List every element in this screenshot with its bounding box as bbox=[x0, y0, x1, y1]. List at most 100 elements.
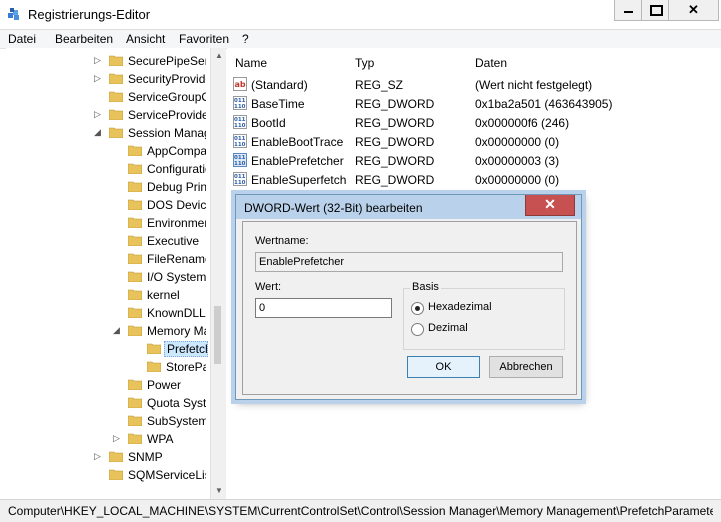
cancel-button[interactable]: Abbrechen bbox=[489, 356, 563, 378]
pane-splitter[interactable] bbox=[221, 48, 226, 499]
value-data-input[interactable]: 0 bbox=[255, 298, 392, 318]
tree-item-label: DOS Devices bbox=[147, 198, 206, 212]
tree-item-debug-print-filter[interactable]: Debug Print Filter bbox=[6, 178, 206, 196]
binary-value-icon: 011110 bbox=[233, 172, 247, 186]
string-value-icon: ab bbox=[233, 77, 247, 91]
radio-hexadecimal-label[interactable]: Hexadezimal bbox=[428, 301, 492, 313]
maximize-button[interactable] bbox=[641, 0, 670, 21]
tree-item-label: SecurePipeServers bbox=[128, 54, 206, 68]
menu-view[interactable]: Ansicht bbox=[126, 32, 165, 46]
tree-item-environment[interactable]: Environment bbox=[6, 214, 206, 232]
tree-item-label: kernel bbox=[147, 288, 180, 302]
folder-icon bbox=[109, 91, 123, 102]
tree-item-securepipeservers[interactable]: ▷ SecurePipeServers bbox=[6, 52, 206, 70]
folder-icon bbox=[128, 163, 142, 174]
folder-icon bbox=[128, 289, 142, 300]
tree-item-io-system[interactable]: I/O System bbox=[6, 268, 206, 286]
svg-text:110: 110 bbox=[234, 180, 246, 186]
folder-open-icon bbox=[128, 325, 142, 336]
minimize-button[interactable] bbox=[614, 0, 643, 21]
expand-arrow-icon[interactable]: ▷ bbox=[94, 55, 101, 66]
tree-item-knowndlls[interactable]: KnownDLLs bbox=[6, 304, 206, 322]
svg-text:110: 110 bbox=[234, 123, 246, 129]
registry-tree[interactable]: ▷ SecurePipeServers ▷ SecurityProviders … bbox=[6, 48, 222, 499]
folder-icon bbox=[147, 361, 161, 372]
tree-item-label: KnownDLLs bbox=[147, 306, 206, 320]
tree-item-label: SNMP bbox=[128, 450, 163, 464]
tree-item-appcompatcache[interactable]: AppCompatCache bbox=[6, 142, 206, 160]
tree-item-snmp[interactable]: ▷ SNMP bbox=[6, 448, 206, 466]
folder-icon bbox=[128, 235, 142, 246]
tree-item-label: Executive bbox=[147, 234, 200, 248]
menu-file[interactable]: Datei bbox=[8, 32, 36, 46]
dialog-titlebar[interactable]: DWORD-Wert (32-Bit) bearbeiten ✕ bbox=[236, 195, 581, 219]
tree-item-executive[interactable]: Executive bbox=[6, 232, 206, 250]
value-name: EnableBootTrace bbox=[251, 135, 344, 149]
tree-item-filerenameoperations[interactable]: FileRenameOperations bbox=[6, 250, 206, 268]
tree-item-prefetchparameters[interactable]: PrefetchParameters bbox=[6, 340, 208, 358]
tree-item-sqmservicelist[interactable]: SQMServiceList bbox=[6, 466, 206, 484]
tree-item-power[interactable]: Power bbox=[6, 376, 206, 394]
value-row-standard[interactable]: ab (Standard) REG_SZ (Wert nicht festgel… bbox=[227, 75, 721, 94]
tree-item-storeparameters[interactable]: StoreParameters bbox=[6, 358, 206, 376]
menu-edit[interactable]: Bearbeiten bbox=[55, 32, 113, 46]
menu-favorites[interactable]: Favoriten bbox=[179, 32, 229, 46]
expand-arrow-icon[interactable]: ▷ bbox=[94, 73, 101, 84]
close-icon: ✕ bbox=[544, 196, 556, 212]
registry-editor-icon bbox=[8, 8, 19, 20]
radio-hexadecimal[interactable] bbox=[411, 302, 424, 315]
column-header-name[interactable]: Name bbox=[235, 56, 267, 70]
value-row-basetime[interactable]: 011 110 BaseTime REG_DWORD 0x1ba2a501 (46… bbox=[227, 94, 721, 113]
folder-icon bbox=[128, 271, 142, 282]
close-button[interactable]: ✕ bbox=[668, 0, 719, 21]
menu-bar: Datei Bearbeiten Ansicht Favoriten ? bbox=[0, 30, 721, 49]
value-name-text: EnablePrefetcher bbox=[259, 256, 344, 268]
column-header-data[interactable]: Daten bbox=[475, 56, 507, 70]
menu-help[interactable]: ? bbox=[242, 32, 249, 46]
tree-item-configuration-manager[interactable]: Configuration Manager bbox=[6, 160, 206, 178]
expand-arrow-icon[interactable]: ▷ bbox=[94, 109, 101, 120]
column-header-type[interactable]: Typ bbox=[355, 56, 374, 70]
value-row-enablesuperfetch[interactable]: 011 110 EnableSuperfetch REG_DWORD 0x0000… bbox=[227, 170, 721, 189]
value-row-enableprefetcher[interactable]: 011 110 EnablePrefetcher REG_DWORD 0x0000… bbox=[227, 151, 721, 170]
tree-item-wpa[interactable]: ▷ WPA bbox=[6, 430, 206, 448]
tree-item-label: SecurityProviders bbox=[128, 72, 206, 86]
tree-item-label: PrefetchParameters bbox=[164, 341, 208, 357]
value-data: 0x00000003 (3) bbox=[475, 154, 560, 168]
edit-dword-dialog: DWORD-Wert (32-Bit) bearbeiten ✕ Wertnam… bbox=[235, 194, 582, 400]
tree-item-label: ServiceGroupOrder bbox=[128, 90, 206, 104]
value-type: REG_DWORD bbox=[355, 116, 435, 130]
ok-button[interactable]: OK bbox=[407, 356, 480, 378]
folder-icon bbox=[128, 307, 142, 318]
tree-item-session-manager[interactable]: ◢ Session Manager bbox=[6, 124, 206, 142]
value-data: 0x000000f6 (246) bbox=[475, 116, 570, 130]
base-groupbox: Basis Hexadezimal Dezimal bbox=[403, 281, 565, 350]
tree-item-label: Debug Print Filter bbox=[147, 180, 206, 194]
expand-arrow-icon[interactable]: ▷ bbox=[94, 451, 101, 462]
value-row-bootid[interactable]: 011 110 BootId REG_DWORD 0x000000f6 (246) bbox=[227, 113, 721, 132]
value-name: BootId bbox=[251, 116, 286, 130]
tree-item-memory-management[interactable]: ◢ Memory Management bbox=[6, 322, 206, 340]
dialog-close-button[interactable]: ✕ bbox=[525, 195, 575, 216]
tree-item-quota-system[interactable]: Quota System bbox=[6, 394, 206, 412]
tree-item-label: StoreParameters bbox=[166, 360, 206, 374]
expand-arrow-icon[interactable]: ▷ bbox=[113, 433, 120, 444]
collapse-arrow-icon[interactable]: ◢ bbox=[113, 325, 120, 336]
tree-item-serviceprovider[interactable]: ▷ ServiceProvider bbox=[6, 106, 206, 124]
dialog-title: DWORD-Wert (32-Bit) bearbeiten bbox=[244, 201, 423, 215]
binary-value-icon: 011110 bbox=[233, 153, 247, 167]
tree-item-securityproviders[interactable]: ▷ SecurityProviders bbox=[6, 70, 206, 88]
radio-decimal-label[interactable]: Dezimal bbox=[428, 322, 468, 334]
tree-item-kernel[interactable]: kernel bbox=[6, 286, 206, 304]
tree-item-subsystems[interactable]: SubSystems bbox=[6, 412, 206, 430]
folder-icon bbox=[128, 379, 142, 390]
radio-decimal[interactable] bbox=[411, 323, 424, 336]
tree-item-dos-devices[interactable]: DOS Devices bbox=[6, 196, 206, 214]
value-data: 0x1ba2a501 (463643905) bbox=[475, 97, 613, 111]
tree-item-servicegrouporder[interactable]: ServiceGroupOrder bbox=[6, 88, 206, 106]
collapse-arrow-icon[interactable]: ◢ bbox=[94, 127, 101, 138]
folder-icon bbox=[128, 433, 142, 444]
value-data-text: 0 bbox=[259, 302, 266, 314]
value-type: REG_DWORD bbox=[355, 173, 435, 187]
value-row-enableboottrace[interactable]: 011 110 EnableBootTrace REG_DWORD 0x00000… bbox=[227, 132, 721, 151]
